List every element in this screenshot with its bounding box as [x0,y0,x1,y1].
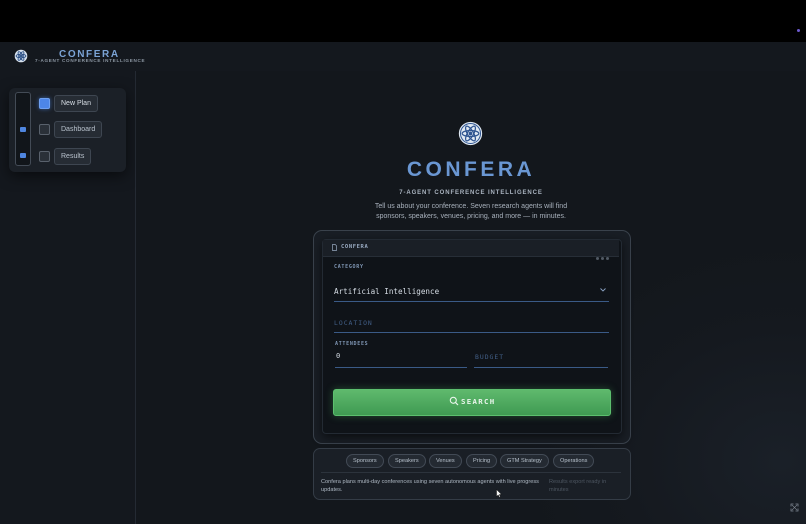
search-icon [449,396,459,406]
status-dot [797,29,800,32]
nav-results-button[interactable]: Results [54,148,92,165]
chip-speakers[interactable]: Speakers [388,454,426,468]
nav-new-plan-button[interactable]: New Plan [54,95,98,112]
search-button-label: SEARCH [461,397,496,406]
location-underline [334,332,609,333]
location-input[interactable]: LOCATION [334,319,373,327]
info-description: Confera plans multi-day conferences usin… [321,479,539,493]
budget-input[interactable]: BUDGET [475,353,504,361]
nav-dashboard-button[interactable]: Dashboard [54,121,103,138]
info-note: Results export ready in minutes [549,479,607,493]
category-label: CATEGORY [334,264,364,270]
budget-underline [474,367,608,368]
category-underline [334,301,609,302]
chip-sponsors[interactable]: Sponsors [346,454,384,468]
rail-knob [20,153,26,158]
attendees-label: ATTENDEES [335,341,369,347]
nav-checkbox-dashboard[interactable] [39,124,50,135]
nav-checkbox-new-plan[interactable] [39,98,50,109]
attendees-underline [335,367,467,368]
hero-subtitle: 7-AGENT CONFERENCE INTELLIGENCE [399,190,543,196]
top-black-bar [0,0,806,42]
rail-knob [20,127,26,132]
app-header [0,42,806,72]
chip-pricing[interactable]: Pricing [466,454,498,468]
atom-logo-icon [458,121,483,146]
chip-venues[interactable]: Venues [429,454,462,468]
category-select[interactable]: Artificial Intelligence [334,287,439,296]
expand-icon[interactable] [790,503,799,512]
chip-gtm-strategy[interactable]: GTM Strategy [500,454,549,468]
mouse-cursor-icon [496,489,502,498]
app-window: CONFERA 7-AGENT CONFERENCE INTELLIGENCE … [0,0,806,524]
nav-checkbox-results[interactable] [39,151,50,162]
hero-title: CONFERA [406,158,536,181]
atom-logo-icon[interactable] [14,49,28,63]
form-window-title: CONFERA [341,244,369,250]
document-icon [332,244,337,251]
info-divider [321,472,621,473]
brand-subtitle: 7-AGENT CONFERENCE INTELLIGENCE [35,58,146,63]
chip-operations[interactable]: Operations [553,454,595,468]
attendees-input[interactable]: 0 [336,352,340,360]
hero-description: Tell us about your conference. Seven res… [374,203,568,220]
window-menu-dots[interactable] [596,247,611,265]
chevron-down-icon[interactable] [600,288,606,292]
